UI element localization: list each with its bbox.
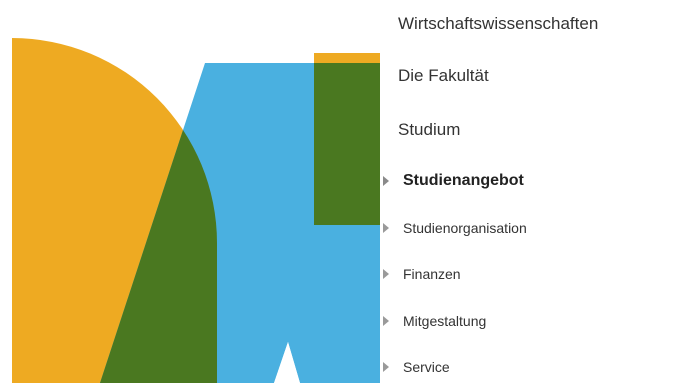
nav-item-label: Mitgestaltung	[403, 313, 487, 329]
faculty-link[interactable]: Wirtschaftswissenschaften	[398, 14, 598, 34]
nav-item-label: Finanzen	[403, 266, 461, 282]
triangle-right-icon	[383, 269, 389, 279]
triangle-right-icon	[383, 223, 389, 233]
nav-item-mitgestaltung[interactable]: Mitgestaltung	[383, 313, 486, 329]
die-fakultaet-link[interactable]: Die Fakultät	[398, 66, 489, 86]
nav-item-service[interactable]: Service	[383, 359, 450, 375]
faculty-logo-graphic	[0, 0, 380, 383]
nav-item-studienangebot[interactable]: Studienangebot	[383, 172, 524, 190]
logo-shapes	[12, 38, 380, 383]
nav-item-finanzen[interactable]: Finanzen	[383, 266, 461, 282]
nav-item-label: Studienorganisation	[403, 220, 527, 236]
studium-link[interactable]: Studium	[398, 120, 460, 140]
nav-item-studienorganisation[interactable]: Studienorganisation	[383, 220, 527, 236]
green-square	[314, 63, 380, 225]
triangle-right-icon	[383, 362, 389, 372]
nav-item-label: Service	[403, 359, 450, 375]
triangle-right-icon	[383, 176, 389, 186]
side-navigation: Wirtschaftswissenschaften Die Fakultät S…	[378, 0, 695, 383]
nav-item-label: Studienangebot	[403, 172, 524, 189]
triangle-right-icon	[383, 316, 389, 326]
